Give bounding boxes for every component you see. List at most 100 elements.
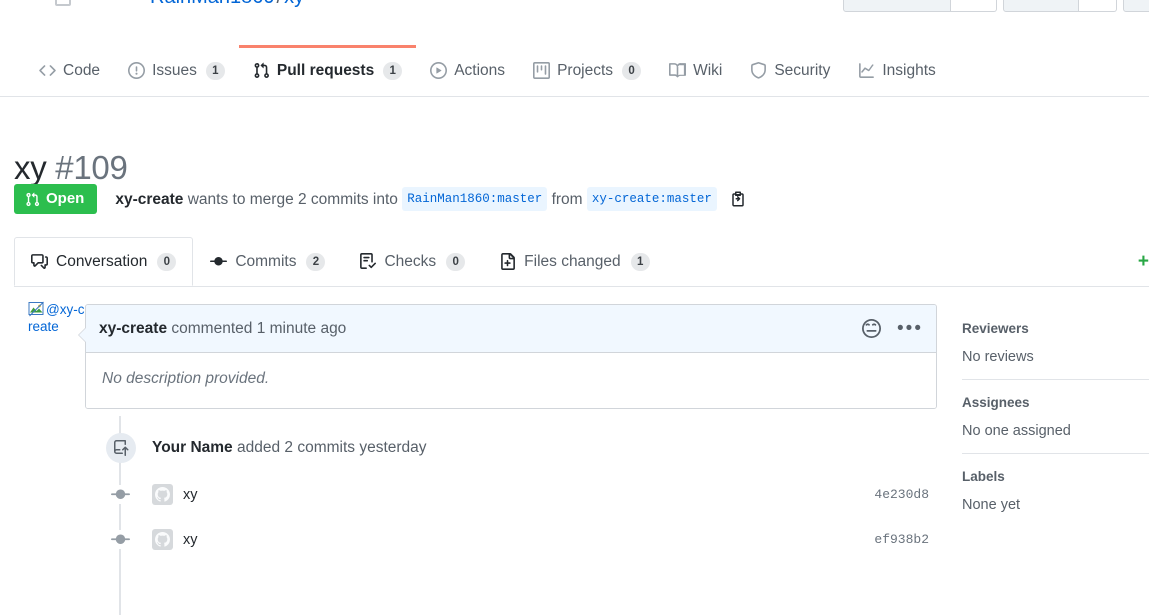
- project-icon: [533, 62, 551, 79]
- git-commit-icon: [210, 253, 228, 270]
- star-count[interactable]: [1079, 0, 1117, 12]
- star-button-group[interactable]: [1003, 0, 1117, 12]
- star-button[interactable]: [1003, 0, 1079, 12]
- pr-merge-text-1: wants to merge 2 commits into: [187, 191, 398, 208]
- base-branch-chip[interactable]: RainMan1860:master: [402, 187, 548, 211]
- pr-main-content: @xy-create xy-create commented 1 minute …: [0, 295, 1149, 615]
- github-avatar-icon: [152, 529, 173, 550]
- pr-title-text: xy: [14, 149, 47, 187]
- nav-tab-issues[interactable]: Issues 1: [114, 45, 239, 96]
- nav-tab-security[interactable]: Security: [736, 45, 844, 96]
- comment-header: xy-create commented 1 minute ago •••: [86, 305, 936, 353]
- timeline-event-text: Your Name added 2 commits yesterday: [152, 439, 427, 457]
- tab-files-changed[interactable]: Files changed 1: [482, 237, 667, 286]
- nav-tab-code[interactable]: Code: [25, 45, 114, 96]
- repo-header-strip: RainMan1860/xy: [0, 0, 1149, 22]
- comment-header-text: xy-create commented 1 minute ago: [99, 320, 346, 338]
- nav-tab-insights[interactable]: Insights: [844, 45, 949, 96]
- tab-checks[interactable]: Checks 0: [342, 237, 482, 286]
- comment-action-text: commented: [171, 319, 253, 337]
- pr-merge-description: xy-create wants to merge 2 commits into …: [115, 187, 746, 211]
- github-pull-request-page: RainMan1860/xy Code Issues 1: [0, 0, 1149, 615]
- nav-tab-projects[interactable]: Projects 0: [519, 45, 655, 96]
- comment-timestamp: 1 minute ago: [256, 319, 347, 337]
- issue-icon: [128, 62, 146, 79]
- tab-commits-count: 2: [306, 252, 326, 271]
- tab-files-changed-label: Files changed: [524, 253, 621, 270]
- repo-breadcrumb: RainMan1860/xy: [150, 0, 304, 9]
- sidebar-section-assignees: Assignees No one assigned: [962, 379, 1149, 453]
- repo-owner-link[interactable]: RainMan1860: [150, 0, 275, 8]
- timeline-event-actor[interactable]: Your Name: [152, 439, 233, 456]
- nav-tab-actions[interactable]: Actions: [416, 45, 519, 96]
- copy-to-clipboard-icon[interactable]: [730, 190, 746, 207]
- repo-icon: [55, 0, 71, 6]
- git-pull-request-icon: [253, 62, 270, 79]
- sidebar-reviewers-empty: No reviews: [962, 349, 1034, 365]
- nav-tab-actions-label: Actions: [454, 62, 506, 79]
- commit-row[interactable]: xy 4e230d8: [85, 472, 937, 517]
- comment-card: xy-create commented 1 minute ago ••• No …: [78, 304, 937, 409]
- repo-push-icon: [106, 433, 136, 463]
- smiley-icon[interactable]: [862, 319, 882, 338]
- comment-body: No description provided.: [86, 353, 936, 408]
- nav-tab-projects-label: Projects: [557, 62, 614, 79]
- nav-tab-issues-count: 1: [205, 61, 225, 80]
- nav-tab-wiki-label: Wiki: [693, 62, 723, 79]
- nav-tab-pull-requests-label: Pull requests: [276, 62, 375, 79]
- git-pull-request-icon: [25, 192, 40, 207]
- commit-row[interactable]: xy ef938b2: [85, 517, 937, 562]
- pr-sub-tabs: Conversation 0 Commits 2 Checks 0 Files …: [14, 237, 1149, 287]
- breadcrumb-separator: /: [275, 0, 285, 8]
- timeline-event-action: added 2 commits yesterday: [237, 439, 427, 456]
- tab-conversation-count: 0: [157, 252, 177, 271]
- fork-button-group[interactable]: [1123, 0, 1149, 12]
- commit-sha[interactable]: 4e230d8: [874, 487, 937, 502]
- comment-author-link[interactable]: xy-create: [99, 320, 167, 337]
- book-icon: [669, 62, 687, 79]
- nav-tab-wiki[interactable]: Wiki: [655, 45, 736, 96]
- nav-tab-issues-label: Issues: [152, 62, 197, 79]
- sidebar-assignees-title[interactable]: Assignees: [962, 394, 1149, 411]
- sidebar-section-reviewers: Reviewers No reviews: [962, 320, 1149, 379]
- fork-button[interactable]: [1123, 0, 1149, 12]
- watch-button[interactable]: [843, 0, 951, 12]
- nav-tab-insights-label: Insights: [882, 62, 936, 79]
- tab-commits-label: Commits: [235, 253, 297, 270]
- watch-button-group[interactable]: [843, 0, 997, 12]
- repo-name-link[interactable]: xy: [284, 0, 304, 8]
- watch-count[interactable]: [951, 0, 997, 12]
- sidebar-assignees-empty: No one assigned: [962, 423, 1071, 439]
- timeline: Your Name added 2 commits yesterday xy 4…: [85, 416, 937, 615]
- git-commit-icon: [111, 530, 130, 549]
- pr-number: #109: [55, 149, 128, 187]
- head-branch-chip[interactable]: xy-create:master: [586, 187, 717, 211]
- nav-tab-projects-count: 0: [622, 61, 642, 80]
- status-badge: Open: [14, 184, 98, 214]
- kebab-horizontal-icon[interactable]: •••: [897, 319, 923, 338]
- commit-sha[interactable]: ef938b2: [874, 532, 937, 547]
- sidebar-section-labels: Labels None yet: [962, 453, 1149, 527]
- pr-author-link[interactable]: xy-create: [115, 191, 183, 208]
- graph-icon: [858, 62, 875, 79]
- pr-sidebar: Reviewers No reviews Assignees No one as…: [962, 320, 1149, 527]
- timeline-event-commits-added: Your Name added 2 commits yesterday: [85, 424, 937, 472]
- commit-message[interactable]: xy: [183, 532, 198, 548]
- checklist-icon: [359, 253, 377, 270]
- sidebar-labels-empty: None yet: [962, 497, 1021, 513]
- github-avatar-icon: [152, 484, 173, 505]
- page-title: xy #109: [14, 149, 128, 187]
- nav-tab-security-label: Security: [774, 62, 831, 79]
- nav-tab-pull-requests[interactable]: Pull requests 1: [238, 45, 417, 96]
- shield-icon: [750, 62, 767, 79]
- tab-checks-label: Checks: [384, 253, 437, 270]
- tab-conversation[interactable]: Conversation 0: [14, 237, 194, 286]
- broken-image-icon: [28, 301, 45, 317]
- sidebar-labels-title[interactable]: Labels: [962, 468, 1149, 485]
- commit-message[interactable]: xy: [183, 487, 198, 503]
- nav-tab-code-label: Code: [63, 62, 101, 79]
- sidebar-reviewers-title[interactable]: Reviewers: [962, 320, 1149, 337]
- tab-commits[interactable]: Commits 2: [193, 237, 342, 286]
- git-commit-icon: [111, 485, 130, 504]
- diffstat-additions: +: [1137, 251, 1149, 272]
